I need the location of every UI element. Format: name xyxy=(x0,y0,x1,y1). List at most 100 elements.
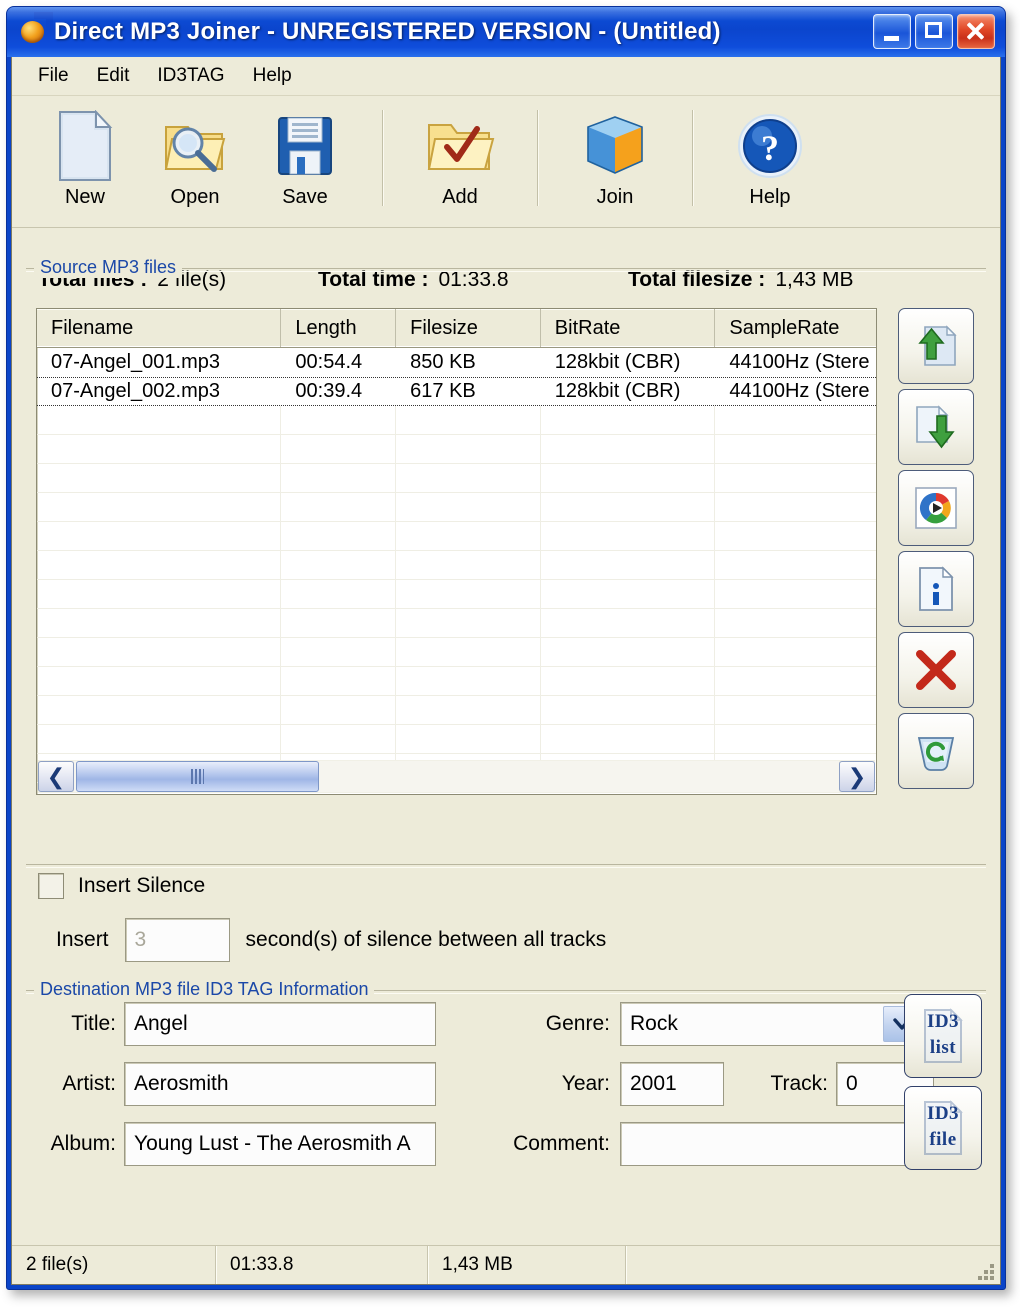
column-header-filename[interactable]: Filename xyxy=(37,309,282,347)
insert-silence-checkbox[interactable] xyxy=(38,873,64,899)
clear-list-button[interactable] xyxy=(898,713,974,789)
artist-label: Artist: xyxy=(62,1072,116,1095)
column-header-samplerate[interactable]: SampleRate xyxy=(715,309,876,347)
comment-label: Comment: xyxy=(513,1132,610,1155)
resize-grip-icon[interactable] xyxy=(976,1262,994,1280)
status-bar: 2 file(s) 01:33.8 1,43 MB xyxy=(12,1245,1000,1284)
artist-input[interactable]: Aerosmith xyxy=(124,1062,436,1106)
menu-help[interactable]: Help xyxy=(241,62,304,90)
toolbar-save-label: Save xyxy=(282,186,328,208)
toolbar-separator xyxy=(537,110,538,206)
app-icon xyxy=(20,19,46,45)
toolbar-open-label: Open xyxy=(170,186,220,208)
play-button[interactable] xyxy=(898,470,974,546)
empty-row xyxy=(37,522,876,551)
column-header-bitrate[interactable]: BitRate xyxy=(541,309,716,347)
scroll-left-arrow-icon[interactable]: ❮ xyxy=(38,761,74,792)
cell-filename: 07-Angel_001.mp3 xyxy=(51,351,221,373)
close-button[interactable] xyxy=(957,14,995,49)
id3-list-line2: list xyxy=(929,1037,957,1058)
cell-bitrate: 128kbit (CBR) xyxy=(554,351,681,373)
cell-length: 00:54.4 xyxy=(295,351,363,373)
folder-checkmark-icon xyxy=(425,108,495,184)
remove-button[interactable] xyxy=(898,632,974,708)
list-side-toolbar xyxy=(898,308,974,789)
window-controls xyxy=(873,14,995,49)
toolbar-new-label: New xyxy=(64,186,105,208)
recycle-refresh-icon xyxy=(917,737,955,771)
status-extra xyxy=(626,1246,1000,1284)
file-info-button[interactable] xyxy=(898,551,974,627)
column-header-length[interactable]: Length xyxy=(281,309,397,347)
toolbar-save-button[interactable]: Save xyxy=(250,104,360,209)
genre-value: Rock xyxy=(630,1012,678,1035)
toolbar-add-button[interactable]: Add xyxy=(405,104,515,209)
title-input[interactable]: Angel xyxy=(124,1002,436,1046)
client-area: File Edit ID3TAG Help New Open Save Add … xyxy=(11,57,1001,1285)
scroll-right-arrow-icon[interactable]: ❯ xyxy=(839,761,875,792)
new-document-icon xyxy=(56,108,114,184)
minimize-button[interactable] xyxy=(873,14,911,49)
cell-samplerate: 44100Hz (Stere xyxy=(729,380,870,402)
window-title: Direct MP3 Joiner - UNREGISTERED VERSION… xyxy=(54,18,721,45)
scrollbar-thumb[interactable] xyxy=(76,761,319,792)
table-row[interactable]: 07-Angel_002.mp3 00:39.4 617 KB 128kbit … xyxy=(37,377,876,406)
menu-id3tag[interactable]: ID3TAG xyxy=(145,62,236,90)
insert-suffix-label: second(s) of silence between all tracks xyxy=(245,928,607,951)
table-row[interactable]: 07-Angel_001.mp3 00:54.4 850 KB 128kbit … xyxy=(37,348,876,377)
empty-row xyxy=(37,551,876,580)
silence-seconds-input[interactable]: 3 xyxy=(124,918,230,962)
id3-list-button[interactable]: ID3 list xyxy=(904,994,982,1078)
application-window: Direct MP3 Joiner - UNREGISTERED VERSION… xyxy=(6,6,1006,1290)
id3-list-text: ID3 list xyxy=(905,1009,981,1061)
toolbar: New Open Save Add Join ? Help xyxy=(12,96,1000,228)
blue-orange-cube-icon xyxy=(584,108,646,184)
album-row: Album: Young Lust - The Aerosmith A Comm… xyxy=(38,1122,1000,1166)
cell-bitrate: 128kbit (CBR) xyxy=(554,380,681,402)
file-list[interactable]: Filename Length Filesize BitRate SampleR… xyxy=(36,308,877,795)
empty-row xyxy=(37,464,876,493)
genre-select[interactable]: Rock xyxy=(620,1002,925,1046)
id3-list-line1: ID3 xyxy=(926,1011,960,1032)
year-label: Year: xyxy=(561,1072,610,1095)
album-input[interactable]: Young Lust - The Aerosmith A xyxy=(124,1122,436,1166)
floppy-disk-icon xyxy=(275,108,335,184)
menu-file[interactable]: File xyxy=(26,62,81,90)
silence-section: Insert Silence Insert 3 second(s) of sil… xyxy=(12,862,1000,970)
column-header-filesize[interactable]: Filesize xyxy=(396,309,541,347)
title-row: Title: Angel Genre: Rock xyxy=(38,1002,1000,1046)
cell-filename: 07-Angel_002.mp3 xyxy=(51,380,221,402)
open-folder-magnifier-icon xyxy=(162,108,228,184)
id3-file-text: ID3 file xyxy=(905,1101,981,1153)
title-label: Title: xyxy=(71,1012,116,1035)
svg-text:?: ? xyxy=(761,128,779,168)
maximize-button[interactable] xyxy=(915,14,953,49)
horizontal-scrollbar[interactable]: ❮ ❯ xyxy=(38,760,875,793)
insert-silence-row: Insert Silence xyxy=(38,862,1000,910)
toolbar-help-button[interactable]: ? Help xyxy=(715,104,825,209)
empty-row xyxy=(37,493,876,522)
status-total-size: 1,43 MB xyxy=(428,1246,626,1284)
cell-filesize: 850 KB xyxy=(410,351,476,373)
move-down-button[interactable] xyxy=(898,389,974,465)
menu-edit[interactable]: Edit xyxy=(85,62,142,90)
id3-form: Title: Angel Genre: Rock Artist: Aerosmi… xyxy=(12,980,1000,1170)
id3-file-button[interactable]: ID3 file xyxy=(904,1086,982,1170)
empty-row xyxy=(37,406,876,435)
insert-silence-label: Insert Silence xyxy=(78,874,206,897)
toolbar-open-button[interactable]: Open xyxy=(140,104,250,209)
toolbar-join-label: Join xyxy=(596,186,634,208)
file-up-arrow-icon xyxy=(918,325,957,366)
toolbar-join-button[interactable]: Join xyxy=(560,104,670,209)
source-group-title: Source MP3 files xyxy=(34,257,183,278)
move-up-button[interactable] xyxy=(898,308,974,384)
empty-row xyxy=(37,696,876,725)
title-bar[interactable]: Direct MP3 Joiner - UNREGISTERED VERSION… xyxy=(7,7,1005,57)
year-input[interactable]: 2001 xyxy=(620,1062,724,1106)
file-list-header: Filename Length Filesize BitRate SampleR… xyxy=(37,309,876,348)
comment-input[interactable] xyxy=(620,1122,925,1166)
toolbar-new-button[interactable]: New xyxy=(30,104,140,209)
id3-side-buttons: ID3 list ID3 file xyxy=(904,994,982,1170)
scrollbar-track[interactable] xyxy=(74,761,839,792)
toolbar-add-label: Add xyxy=(442,186,478,208)
